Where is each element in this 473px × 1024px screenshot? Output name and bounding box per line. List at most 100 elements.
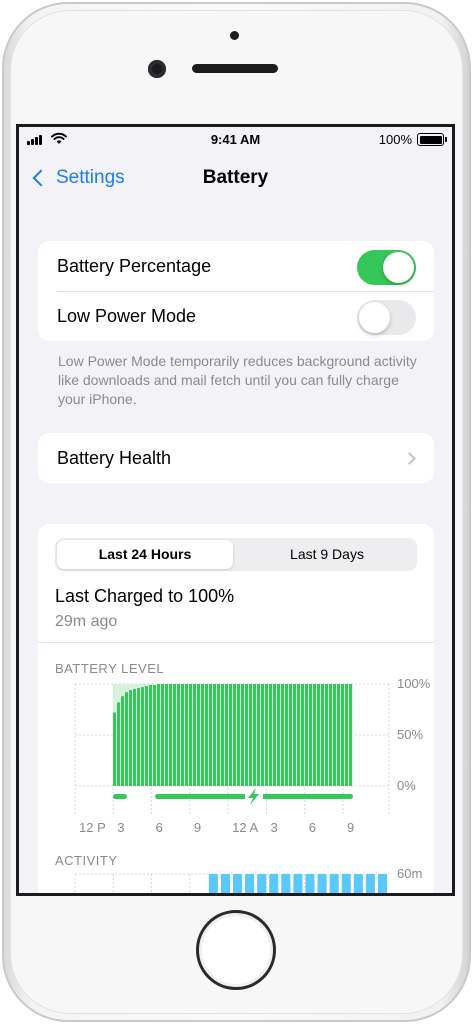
- battery-bar: [297, 684, 300, 786]
- battery-percentage-label: Battery Percentage: [57, 255, 212, 276]
- activity-bar: [257, 874, 267, 893]
- battery-bar: [257, 684, 260, 786]
- activity-bar: [365, 874, 375, 893]
- battery-bar: [253, 684, 256, 786]
- activity-bar: [377, 874, 387, 893]
- battery-bar: [345, 684, 348, 786]
- page-title: Battery: [202, 167, 269, 188]
- battery-bar: [317, 684, 320, 786]
- battery-bar: [293, 684, 296, 786]
- battery-bar: [205, 684, 208, 786]
- battery-x-tick-label: 12 A: [232, 820, 258, 835]
- battery-bar: [173, 684, 176, 786]
- activity-bar: [208, 874, 218, 893]
- low-power-mode-label: Low Power Mode: [57, 305, 197, 326]
- battery-bar: [337, 684, 340, 786]
- navigation-bar: Settings Battery: [19, 155, 452, 199]
- sensor-dot: [230, 31, 239, 40]
- battery-bar: [161, 684, 164, 786]
- activity-bar: [293, 874, 303, 893]
- card-divider: [38, 642, 434, 643]
- battery-bar: [141, 687, 144, 786]
- battery-y-tick-label: 50%: [397, 727, 423, 742]
- battery-bar: [261, 684, 264, 786]
- battery-bar: [237, 684, 240, 786]
- battery-y-tick-label: 0%: [397, 778, 416, 793]
- battery-bar: [321, 684, 324, 786]
- battery-settings-group: Battery Percentage Low Power Mode: [38, 241, 434, 341]
- battery-icon: [417, 133, 447, 146]
- battery-bar: [301, 684, 304, 786]
- battery-bar: [117, 702, 120, 786]
- battery-bar: [233, 684, 236, 786]
- battery-bar: [129, 690, 132, 786]
- battery-bar: [201, 684, 204, 786]
- battery-level-chart: 100% 50% 0% 12 P 3 6 9 12 A 3 6 9: [74, 676, 431, 835]
- battery-bar: [241, 684, 244, 786]
- battery-bar: [213, 684, 216, 786]
- battery-bar: [229, 684, 232, 786]
- activity-chart: 60m: [74, 866, 422, 893]
- activity-bar: [281, 874, 291, 893]
- battery-percentage-toggle[interactable]: [357, 250, 416, 285]
- battery-x-tick-label: 9: [347, 820, 354, 835]
- battery-bar: [137, 688, 140, 786]
- activity-bar: [353, 874, 363, 893]
- battery-bar: [133, 689, 136, 786]
- last-charged-subtitle: 29m ago: [55, 613, 118, 630]
- battery-bar: [149, 685, 152, 786]
- battery-x-tick-label: 9: [194, 820, 201, 835]
- home-button[interactable]: [196, 910, 276, 990]
- segment-last-9-days[interactable]: Last 9 Days: [239, 540, 415, 569]
- activity-bar: [233, 874, 243, 893]
- battery-bar: [121, 696, 124, 786]
- battery-bar: [153, 685, 156, 786]
- segment-last-24-hours[interactable]: Last 24 Hours: [57, 540, 233, 569]
- battery-bar: [341, 684, 344, 786]
- activity-bar: [329, 874, 339, 893]
- battery-bar: [265, 684, 268, 786]
- battery-bar: [181, 684, 184, 786]
- battery-bar: [269, 684, 272, 786]
- battery-bar: [221, 684, 224, 786]
- last-charged-title: Last Charged to 100%: [55, 586, 235, 606]
- battery-bar: [197, 684, 200, 786]
- battery-bar: [313, 684, 316, 786]
- battery-bar: [193, 684, 196, 786]
- battery-bar: [325, 684, 328, 786]
- low-power-footnote: Low Power Mode temporarily reduces backg…: [58, 353, 417, 407]
- battery-bar: [289, 684, 292, 786]
- battery-bar: [245, 684, 248, 786]
- charging-indicator: [113, 794, 127, 799]
- activity-bar: [245, 874, 255, 893]
- low-power-mode-toggle[interactable]: [357, 300, 416, 335]
- battery-x-tick-label: 3: [270, 820, 277, 835]
- battery-bar: [277, 684, 280, 786]
- activity-y-tick-label: 60m: [397, 866, 422, 881]
- status-battery-percent: 100%: [378, 132, 412, 147]
- battery-health-row[interactable]: Battery Health: [38, 433, 434, 483]
- chevron-right-icon: [403, 452, 416, 465]
- battery-health-label: Battery Health: [57, 447, 172, 468]
- status-bar: 9:41 AM 100%: [19, 127, 452, 155]
- battery-bar: [333, 684, 336, 786]
- battery-y-tick-label: 100%: [397, 676, 431, 691]
- battery-bar: [157, 684, 160, 786]
- screen: 9:41 AM 100% Settings Battery Battery Pe…: [16, 124, 455, 896]
- battery-x-tick-label: 6: [309, 820, 316, 835]
- battery-bar: [189, 684, 192, 786]
- battery-bar: [145, 686, 148, 786]
- battery-x-tick-label: 3: [117, 820, 124, 835]
- battery-bar: [169, 684, 172, 786]
- battery-percentage-row: Battery Percentage: [38, 241, 434, 291]
- battery-bar: [285, 684, 288, 786]
- activity-bar: [341, 874, 351, 893]
- activity-bar: [269, 874, 279, 893]
- battery-bar: [113, 712, 116, 786]
- battery-bar: [125, 692, 128, 786]
- battery-bar: [309, 684, 312, 786]
- battery-bar: [165, 684, 168, 786]
- time-range-segmented-control: Last 24 Hours Last 9 Days: [55, 538, 417, 571]
- battery-bar: [185, 684, 188, 786]
- activity-bar: [305, 874, 315, 893]
